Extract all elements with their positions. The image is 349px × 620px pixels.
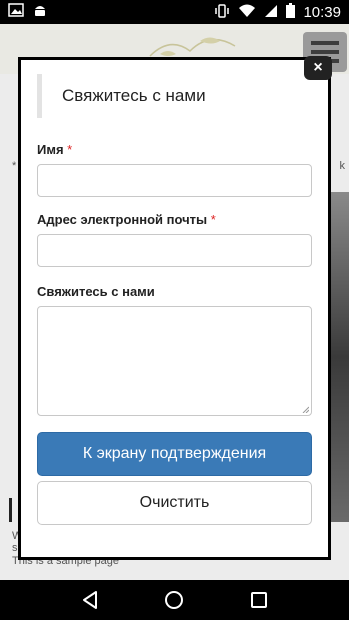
name-required-mark: * — [67, 142, 73, 157]
email-input[interactable] — [37, 234, 312, 267]
email-required-mark: * — [210, 212, 216, 227]
background-text-star: * — [12, 160, 17, 172]
signal-icon — [264, 4, 278, 21]
back-icon[interactable] — [70, 584, 110, 616]
status-bar: 10:39 — [0, 0, 349, 24]
close-button[interactable]: × — [304, 56, 332, 80]
recents-icon[interactable] — [239, 584, 279, 616]
background-photo — [329, 192, 349, 522]
background-text-k: k — [339, 160, 346, 172]
status-time: 10:39 — [303, 3, 341, 21]
name-label-text: Имя — [37, 142, 64, 157]
email-label-text: Адрес электронной почты — [37, 212, 208, 227]
clear-button[interactable]: Очистить — [37, 481, 312, 525]
wifi-icon — [238, 4, 256, 21]
image-icon — [8, 2, 24, 22]
modal-title-block: Свяжитесь с нами — [37, 74, 307, 118]
background-heading-bar — [9, 498, 12, 522]
message-label: Свяжитесь с нами — [37, 284, 155, 299]
email-label: Адрес электронной почты * — [37, 212, 216, 227]
android-icon — [32, 3, 48, 22]
home-icon[interactable] — [154, 584, 194, 616]
name-label: Имя * — [37, 142, 72, 157]
resize-handle-icon[interactable] — [301, 405, 309, 413]
name-input[interactable] — [37, 164, 312, 197]
modal-title: Свяжитесь с нами — [62, 86, 206, 105]
contact-modal: × Свяжитесь с нами Имя * Адрес электронн… — [18, 56, 332, 560]
navigation-bar — [0, 580, 349, 620]
message-textarea[interactable] — [37, 306, 312, 416]
background-text-line2: s — [12, 542, 18, 554]
message-label-text: Свяжитесь с нами — [37, 284, 155, 299]
vibrate-icon — [214, 3, 230, 21]
confirm-button[interactable]: К экрану подтверждения — [37, 432, 312, 476]
battery-icon — [286, 3, 296, 21]
